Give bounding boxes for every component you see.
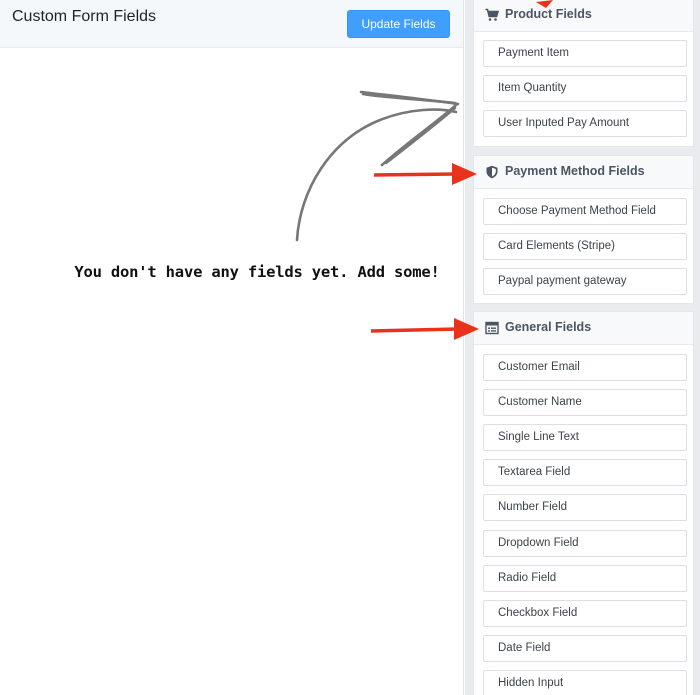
- field-date[interactable]: Date Field: [483, 635, 687, 662]
- field-radio[interactable]: Radio Field: [483, 565, 687, 592]
- field-item-quantity[interactable]: Item Quantity: [483, 75, 687, 102]
- payment-method-fields-header[interactable]: Payment Method Fields: [474, 156, 693, 189]
- field-hidden-input[interactable]: Hidden Input: [483, 670, 687, 695]
- field-choose-payment-method[interactable]: Choose Payment Method Field: [483, 198, 687, 225]
- group-title: General Fields: [505, 320, 592, 334]
- field-textarea[interactable]: Textarea Field: [483, 459, 687, 486]
- field-checkbox[interactable]: Checkbox Field: [483, 600, 687, 627]
- shield-icon: [486, 165, 498, 179]
- fields-sidebar: Product Fields Payment Item Item Quantit…: [465, 0, 700, 695]
- field-card-elements-stripe[interactable]: Card Elements (Stripe): [483, 233, 687, 260]
- update-fields-button[interactable]: Update Fields: [347, 10, 450, 38]
- field-customer-email[interactable]: Customer Email: [483, 354, 687, 381]
- field-single-line-text[interactable]: Single Line Text: [483, 424, 687, 451]
- group-title: Payment Method Fields: [505, 164, 645, 178]
- field-customer-name[interactable]: Customer Name: [483, 389, 687, 416]
- field-number[interactable]: Number Field: [483, 494, 687, 521]
- empty-state-message: You don't have any fields yet. Add some!: [74, 263, 440, 281]
- cart-icon: [485, 8, 499, 21]
- form-editor-panel: Custom Form Fields Update Fields You don…: [0, 0, 464, 695]
- general-fields-header[interactable]: General Fields: [474, 312, 693, 345]
- form-list-icon: [485, 321, 499, 335]
- page-title: Custom Form Fields: [12, 8, 157, 25]
- editor-header: Custom Form Fields Update Fields: [0, 0, 463, 48]
- payment-method-fields-group: Payment Method Fields Choose Payment Met…: [473, 155, 694, 304]
- group-title: Product Fields: [505, 7, 592, 21]
- field-paypal-payment-gateway[interactable]: Paypal payment gateway: [483, 268, 687, 295]
- product-fields-header[interactable]: Product Fields: [474, 0, 693, 32]
- field-dropdown[interactable]: Dropdown Field: [483, 530, 687, 557]
- product-fields-group: Product Fields Payment Item Item Quantit…: [473, 0, 694, 147]
- field-user-inputed-pay-amount[interactable]: User Inputed Pay Amount: [483, 110, 687, 137]
- general-fields-group: General Fields Customer Email Customer N…: [473, 311, 694, 695]
- field-payment-item[interactable]: Payment Item: [483, 40, 687, 67]
